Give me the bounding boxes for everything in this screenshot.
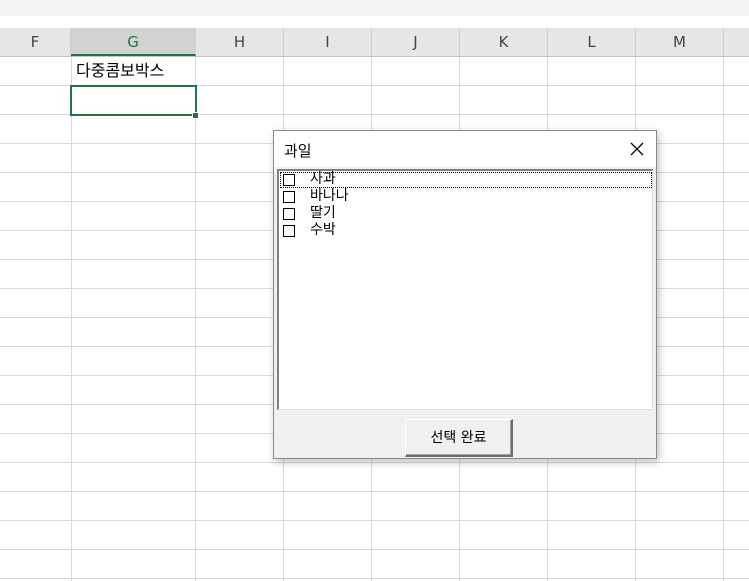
column-header-k[interactable]: K [460,28,548,56]
fruit-dialog: 과일 사과 바나나 딸기 수박 선택 완료 [273,130,657,459]
list-item-label: 수박 [310,222,336,238]
dialog-title: 과일 [284,142,312,160]
list-item-banana[interactable]: 바나나 [280,188,652,205]
list-item-watermelon[interactable]: 수박 [280,222,652,239]
grid-column-line [723,57,724,581]
checkbox[interactable] [283,225,295,237]
list-item-label: 딸기 [310,205,336,221]
list-item-label: 사과 [310,171,336,187]
grid-column-line [71,57,72,581]
fill-handle[interactable] [192,112,199,119]
column-header-m[interactable]: M [636,28,724,56]
cell-g1[interactable]: 다중콤보박스 [76,60,164,82]
list-item-label: 바나나 [310,188,349,204]
grid-column-line [195,57,196,581]
column-header-n[interactable] [724,28,749,56]
dialog-titlebar[interactable]: 과일 [274,131,656,167]
column-header-i[interactable]: I [284,28,372,56]
confirm-selection-button[interactable]: 선택 완료 [405,419,513,457]
grid-row-line [0,462,749,463]
column-header-bar: F G H I J K L M [0,28,749,57]
grid-row-line [0,520,749,521]
active-cell-g2[interactable] [70,85,197,116]
fruit-listbox[interactable]: 사과 바나나 딸기 수박 [277,169,653,410]
grid-row-line [0,491,749,492]
list-item-strawberry[interactable]: 딸기 [280,205,652,222]
column-header-l[interactable]: L [548,28,636,56]
column-header-f[interactable]: F [0,28,71,56]
column-header-h[interactable]: H [196,28,284,56]
list-item-apple[interactable]: 사과 [280,171,652,188]
ribbon-strip [0,0,749,16]
column-header-j[interactable]: J [372,28,460,56]
grid-row-line [0,549,749,550]
checkbox[interactable] [283,208,295,220]
column-header-g[interactable]: G [71,28,196,56]
close-icon[interactable] [628,140,646,158]
checkbox[interactable] [283,191,295,203]
checkbox[interactable] [283,174,295,186]
grid-row-line [0,578,749,579]
